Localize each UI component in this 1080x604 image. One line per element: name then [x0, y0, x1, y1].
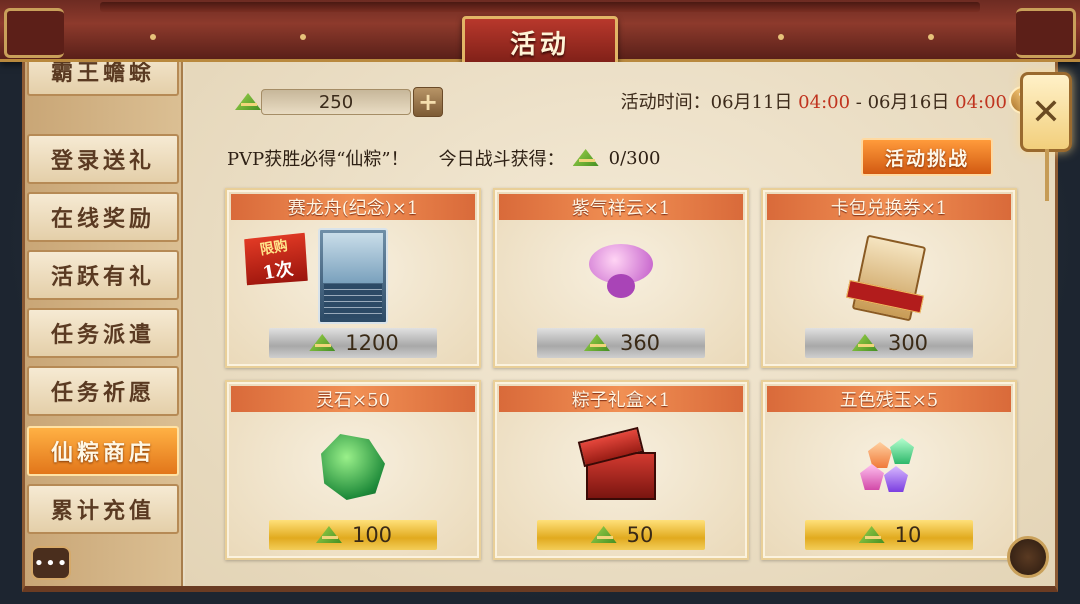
- item-price: 1200: [345, 331, 399, 355]
- shop-item-card-pack-voucher[interactable]: 卡包兑换券×1 300: [761, 188, 1017, 368]
- event-challenge-button[interactable]: 活动挑战: [861, 138, 993, 176]
- shop-item-purple-cloud[interactable]: 紫气祥云×1 360: [493, 188, 749, 368]
- close-button[interactable]: ✕: [1020, 72, 1072, 201]
- price-bar: 1200: [269, 328, 437, 358]
- currency-display: 250 +: [233, 84, 443, 120]
- top-rail: [100, 2, 980, 12]
- event-start-time: 04:00: [798, 92, 851, 113]
- price-bar: 360: [537, 328, 705, 358]
- main-panel: 霸王蟾蜍 登录送礼 在线奖励 活跃有礼 任务派遣 任务祈愿 仙粽商店 累计充值 …: [22, 62, 1058, 592]
- zongzi-icon: [233, 89, 265, 115]
- price-bar: 100: [269, 520, 437, 550]
- stone-item-icon: [321, 434, 385, 500]
- shop-item-dragon-boat[interactable]: 赛龙舟(纪念)×1 限购 1次 1200: [225, 188, 481, 368]
- gift-box-item-icon: [577, 426, 662, 502]
- zongzi-icon: [850, 330, 882, 356]
- zongzi-icon: [589, 522, 621, 548]
- sidebar-item-wish[interactable]: 任务祈愿: [27, 366, 179, 416]
- sidebar-item-recharge[interactable]: 累计充值: [27, 484, 179, 534]
- today-count: 0/300: [608, 147, 661, 169]
- stud: [778, 34, 784, 40]
- item-title: 粽子礼盒×1: [499, 386, 743, 412]
- sidebar-item-active-gift[interactable]: 活跃有礼: [27, 250, 179, 300]
- stud: [928, 34, 934, 40]
- voucher-item-icon: [846, 234, 927, 322]
- gems-item-icon: [854, 438, 924, 498]
- item-title: 灵石×50: [231, 386, 475, 412]
- sidebar-item-zongzi-shop[interactable]: 仙粽商店: [27, 426, 179, 476]
- corner-medal-icon[interactable]: [1007, 536, 1049, 578]
- chat-button[interactable]: •••: [31, 546, 71, 580]
- pvp-info: PVP获胜必得“仙粽”！: [227, 149, 409, 170]
- top-corner-left: [4, 8, 64, 58]
- item-price: 10: [894, 523, 922, 547]
- event-start-date: 06月11日: [710, 92, 793, 113]
- stud: [300, 34, 306, 40]
- sidebar-item-dispatch[interactable]: 任务派遣: [27, 308, 179, 358]
- item-price: 300: [887, 331, 929, 355]
- item-price: 360: [619, 331, 661, 355]
- currency-amount: 250: [261, 89, 411, 115]
- price-bar: 300: [805, 328, 973, 358]
- limit-count: 1次: [261, 258, 295, 285]
- event-separator: -: [850, 92, 868, 113]
- item-title: 赛龙舟(纪念)×1: [231, 194, 475, 220]
- item-title: 卡包兑换券×1: [767, 194, 1011, 220]
- sidebar-item-login-gift[interactable]: 登录送礼: [27, 134, 179, 184]
- zongzi-icon: [307, 330, 339, 356]
- window-title: 活动: [462, 16, 618, 68]
- shop-item-five-color-jade[interactable]: 五色残玉×5 10: [761, 380, 1017, 560]
- cloud-item-icon: [583, 234, 659, 304]
- item-title: 五色残玉×5: [767, 386, 1011, 412]
- purchase-limit-badge: 限购 1次: [239, 229, 313, 292]
- today-label: 今日战斗获得：: [438, 149, 565, 170]
- zongzi-icon: [582, 330, 614, 356]
- zongzi-icon: [314, 522, 346, 548]
- info-line: PVP获胜必得“仙粽”！ 今日战斗获得： 0/300: [227, 138, 661, 178]
- shop-content: 250 + 活动时间：06月11日 04:00 - 06月16日 04:00 ?…: [185, 62, 1055, 586]
- top-corner-right: [1016, 8, 1076, 58]
- sidebar-item-toad[interactable]: 霸王蟾蜍: [27, 62, 179, 96]
- price-bar: 10: [805, 520, 973, 550]
- event-time-label: 活动时间：: [620, 92, 711, 113]
- close-icon: ✕: [1030, 91, 1062, 133]
- card-item-icon: [318, 228, 388, 324]
- event-end-time: 04:00: [955, 92, 1007, 113]
- item-price: 100: [351, 523, 393, 547]
- sidebar-item-online-reward[interactable]: 在线奖励: [27, 192, 179, 242]
- event-end-date: 06月16日: [867, 92, 950, 113]
- shop-item-zongzi-gift-box[interactable]: 粽子礼盒×1 50: [493, 380, 749, 560]
- add-currency-button[interactable]: +: [413, 87, 443, 117]
- shop-item-spirit-stone[interactable]: 灵石×50 100: [225, 380, 481, 560]
- zongzi-icon: [857, 522, 889, 548]
- stud: [150, 34, 156, 40]
- zongzi-icon: [571, 145, 603, 171]
- item-price: 50: [626, 523, 654, 547]
- price-bar: 50: [537, 520, 705, 550]
- sidebar: 霸王蟾蜍 登录送礼 在线奖励 活跃有礼 任务派遣 任务祈愿 仙粽商店 累计充值 …: [25, 62, 183, 586]
- more-icon: •••: [33, 552, 69, 574]
- item-title: 紫气祥云×1: [499, 194, 743, 220]
- event-time: 活动时间：06月11日 04:00 - 06月16日 04:00: [621, 88, 1007, 114]
